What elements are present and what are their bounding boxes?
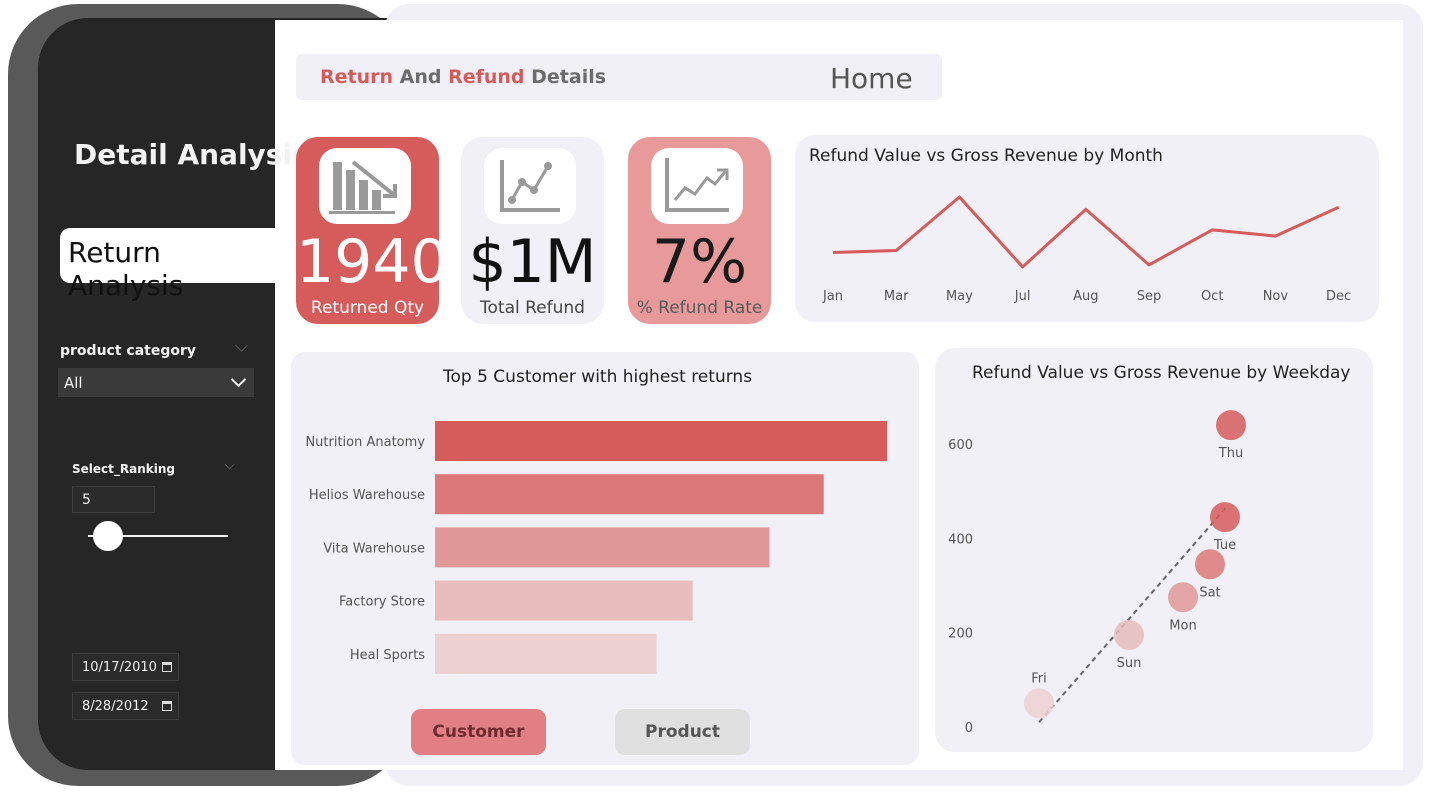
y-tick-label: 0 bbox=[965, 721, 973, 736]
calendar-icon[interactable] bbox=[162, 701, 172, 711]
x-tick-label: Oct bbox=[1201, 289, 1223, 304]
kpi-label: % Refund Rate bbox=[636, 298, 763, 318]
point-label: Sat bbox=[1199, 585, 1220, 600]
sidebar-title: Detail Analysis bbox=[74, 138, 309, 171]
line-chart: Jan Mar May Jul Aug Sep Oct Nov Dec bbox=[822, 195, 1351, 304]
scatter-point bbox=[1114, 620, 1144, 651]
tab-return-analysis[interactable]: Return Analysis bbox=[60, 228, 275, 302]
y-tick-label: 400 bbox=[948, 532, 973, 547]
kpi-value: 1940 bbox=[296, 227, 449, 297]
x-tick-label: May bbox=[946, 289, 973, 304]
top-customers-bar-chart-card: Top 5 Customer with highest returns Nutr… bbox=[291, 352, 919, 765]
bar-category-label: Factory Store bbox=[339, 595, 425, 610]
kpi-returned-qty: 1940 Returned Qty bbox=[296, 137, 449, 324]
kpi-value: 7% bbox=[651, 227, 748, 297]
point-label: Mon bbox=[1169, 618, 1196, 633]
page-title: Return And Refund Details bbox=[320, 66, 607, 88]
header-bar: Return And Refund Details Home bbox=[296, 54, 942, 100]
bar-category-label: Vita Warehouse bbox=[323, 541, 425, 556]
home-button[interactable]: Home bbox=[830, 62, 913, 95]
x-tick-label: Aug bbox=[1073, 289, 1098, 304]
x-tick-label: Mar bbox=[884, 289, 909, 304]
category-filter-label: product category bbox=[60, 343, 197, 359]
bar bbox=[435, 474, 824, 515]
scatter-point bbox=[1168, 582, 1198, 613]
scatter-chart: 600 400 200 0 Fri Sun Mon Sat Tue Thu bbox=[948, 410, 1246, 736]
monthly-line-chart-card: Refund Value vs Gross Revenue by Month J… bbox=[795, 135, 1379, 322]
ranking-label: Select_Ranking bbox=[72, 462, 175, 476]
kpi-total-refund: $1M Total Refund bbox=[461, 137, 604, 324]
chevron-down-icon bbox=[230, 371, 247, 388]
category-filter-dropdown[interactable]: All bbox=[58, 368, 254, 397]
x-tick-label: Dec bbox=[1326, 289, 1351, 304]
customer-button[interactable]: Customer bbox=[411, 709, 546, 755]
bar-category-label: Heal Sports bbox=[350, 648, 425, 663]
bar-category-label: Helios Warehouse bbox=[309, 488, 425, 503]
start-date-input[interactable]: 10/17/2010 bbox=[72, 653, 179, 681]
line-series bbox=[832, 195, 1340, 269]
x-tick-label: Jul bbox=[1014, 289, 1031, 304]
x-tick-label: Jan bbox=[822, 289, 843, 304]
scatter-point bbox=[1024, 688, 1054, 719]
category-filter-value: All bbox=[64, 374, 83, 392]
start-date-value: 10/17/2010 bbox=[82, 660, 157, 675]
kpi-label: Total Refund bbox=[480, 298, 585, 318]
kpi-label: Returned Qty bbox=[310, 298, 425, 318]
scatter-point bbox=[1216, 410, 1246, 441]
trendline bbox=[1038, 504, 1229, 723]
point-label: Thu bbox=[1218, 446, 1243, 461]
y-tick-label: 200 bbox=[948, 627, 973, 642]
kpi-refund-rate: 7% % Refund Rate bbox=[628, 137, 771, 324]
calendar-icon[interactable] bbox=[162, 662, 172, 672]
ranking-slider-handle[interactable] bbox=[93, 521, 123, 551]
point-label: Fri bbox=[1031, 671, 1047, 686]
bar-chart-down-icon bbox=[319, 148, 411, 224]
product-button[interactable]: Product bbox=[615, 709, 750, 755]
y-tick-label: 600 bbox=[948, 438, 973, 453]
bar-chart: Nutrition Anatomy Helios Warehouse Vita Wa… bbox=[305, 421, 887, 674]
kpi-value: $1M bbox=[468, 227, 597, 297]
bar bbox=[435, 527, 770, 568]
bar bbox=[435, 580, 693, 621]
end-date-input[interactable]: 8/28/2012 bbox=[72, 692, 179, 720]
scatter-point bbox=[1195, 549, 1225, 580]
bar bbox=[435, 633, 657, 674]
point-label: Sun bbox=[1117, 656, 1142, 671]
bar bbox=[435, 421, 887, 461]
x-tick-label: Nov bbox=[1263, 289, 1289, 304]
line-chart-icon bbox=[484, 148, 576, 224]
weekday-scatter-chart-card: Refund Value vs Gross Revenue by Weekday… bbox=[935, 348, 1373, 752]
x-tick-label: Sep bbox=[1137, 289, 1162, 304]
bar-category-label: Nutrition Anatomy bbox=[305, 435, 425, 450]
point-label: Tue bbox=[1213, 538, 1236, 553]
trend-up-icon bbox=[651, 148, 743, 224]
ranking-input[interactable]: 5 bbox=[72, 486, 155, 513]
scatter-point bbox=[1210, 502, 1240, 533]
end-date-value: 8/28/2012 bbox=[82, 699, 149, 714]
